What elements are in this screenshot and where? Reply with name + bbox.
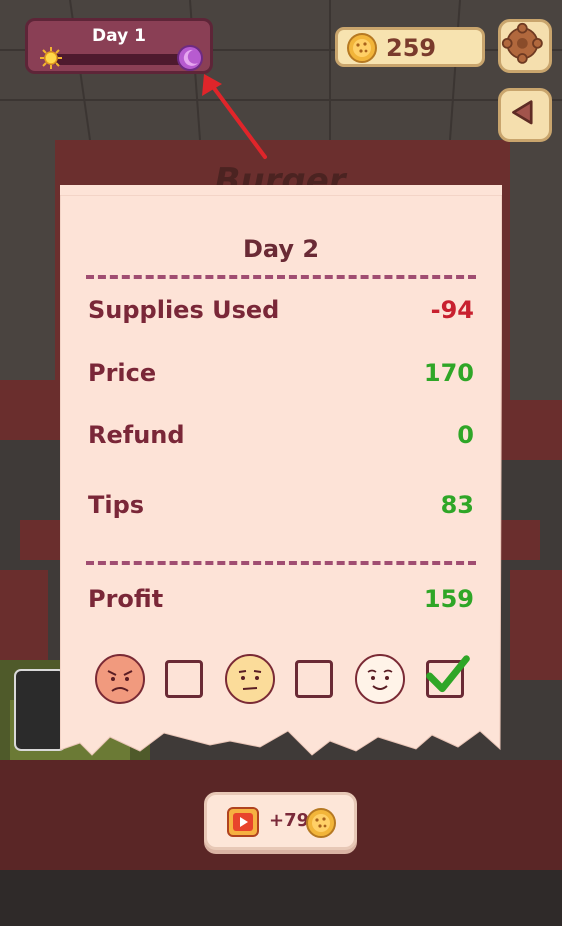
neutral-face-icon	[225, 654, 275, 704]
day-label: Day 1	[92, 26, 146, 46]
divider-bottom	[86, 561, 476, 565]
price-value: 170	[423, 359, 474, 387]
receipt-title: Day 2	[242, 235, 320, 263]
settings-button[interactable]	[498, 19, 552, 73]
tips-value: 83	[440, 491, 474, 519]
daily-receipt: Day 2 Supplies Used -94 Price 170 Refund…	[60, 185, 502, 765]
profit-label: Profit	[88, 585, 164, 613]
day-progress-panel: Day 1	[25, 18, 213, 74]
angry-checkbox[interactable]	[165, 660, 203, 698]
supplies-value: -94	[430, 296, 474, 324]
profit-value: 159	[423, 585, 474, 613]
angry-face-icon	[95, 654, 145, 704]
gear-cookie-icon	[501, 22, 543, 64]
neutral-checkbox[interactable]	[295, 660, 333, 698]
moon-icon	[177, 45, 203, 71]
coin-icon	[347, 33, 377, 63]
reward-amount: +79	[269, 810, 310, 831]
sun-icon	[40, 47, 62, 69]
watch-ad-reward-button[interactable]: +79	[204, 792, 357, 850]
refund-label: Refund	[88, 421, 185, 449]
tips-label: Tips	[88, 491, 145, 519]
coin-value: 259	[386, 34, 437, 62]
divider-top	[86, 275, 476, 279]
happy-face-icon	[355, 654, 405, 704]
back-button[interactable]	[498, 88, 552, 142]
pointer-arrow	[202, 74, 267, 159]
day-progress-track	[52, 54, 192, 65]
coin-icon	[306, 808, 336, 838]
back-arrow-icon	[512, 100, 533, 125]
checkmark-icon	[426, 655, 470, 693]
happy-checkbox[interactable]	[426, 655, 470, 698]
coin-balance: 259	[335, 27, 485, 67]
video-play-icon	[227, 807, 259, 837]
price-label: Price	[88, 359, 157, 387]
refund-value: 0	[457, 421, 474, 449]
supplies-label: Supplies Used	[88, 296, 280, 324]
